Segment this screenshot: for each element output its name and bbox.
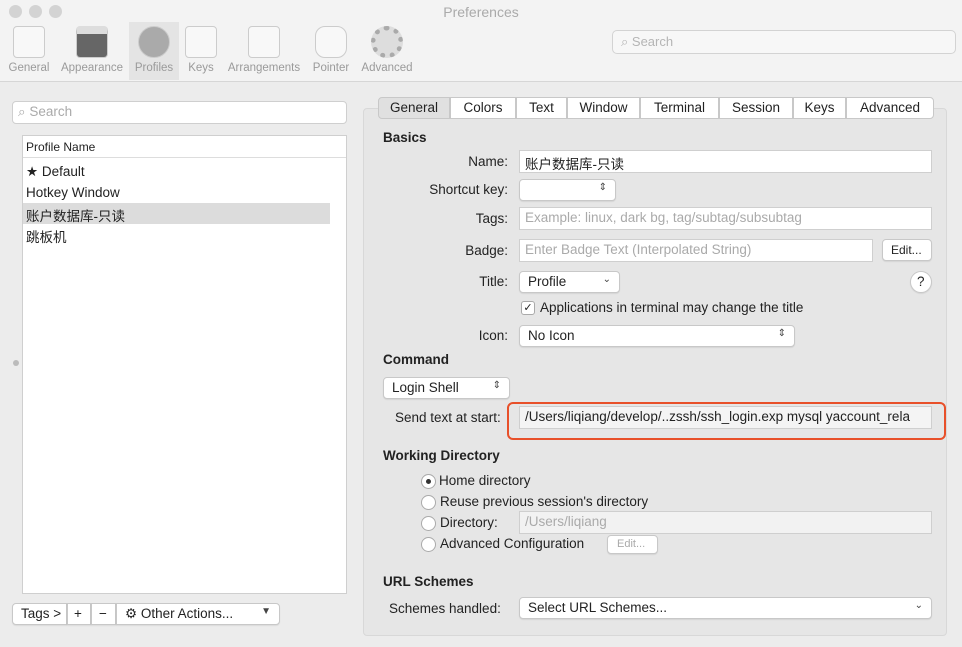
url-schemes-value: Select URL Schemes... xyxy=(528,600,667,615)
icon-value: No Icon xyxy=(528,328,575,343)
title-value: Profile xyxy=(528,274,566,289)
reuse-directory-radio[interactable]: Reuse previous session's directory xyxy=(421,494,648,510)
chevron-down-icon: ⌄ xyxy=(915,600,923,611)
keys-icon xyxy=(185,26,217,58)
url-schemes-select[interactable]: Select URL Schemes... ⌄ xyxy=(519,597,932,619)
tags-input[interactable]: Example: linux, dark bg, tag/subtag/subs… xyxy=(519,207,932,230)
badge-label: Badge: xyxy=(368,243,508,258)
command-heading: Command xyxy=(383,352,449,367)
profile-row[interactable]: ★ Default xyxy=(23,162,330,183)
apps-change-title-label: Applications in terminal may change the … xyxy=(540,300,803,315)
toolbar-advanced[interactable]: Advanced xyxy=(358,22,416,80)
tab-session[interactable]: Session xyxy=(719,97,793,119)
other-actions-label: Other Actions... xyxy=(141,606,233,621)
toolbar-appearance[interactable]: Appearance xyxy=(57,22,127,80)
profile-row[interactable]: Hotkey Window xyxy=(23,183,330,204)
directory-radio[interactable]: Directory: xyxy=(421,515,498,531)
radio-label: Reuse previous session's directory xyxy=(440,494,648,509)
directory-input[interactable]: /Users/liqiang xyxy=(519,511,932,534)
profile-row[interactable]: 跳板机 xyxy=(23,224,330,245)
radio-label: Advanced Configuration xyxy=(440,536,584,551)
radio xyxy=(421,516,436,531)
other-actions-button[interactable]: ⚙ Other Actions... ▼ xyxy=(116,603,280,625)
arrangements-icon xyxy=(248,26,280,58)
title-label: Title: xyxy=(368,274,508,289)
title-select[interactable]: Profile ⌄ xyxy=(519,271,620,293)
profile-search-input[interactable]: ⌕ Search xyxy=(12,101,347,124)
chevron-down-icon: ⌄ xyxy=(603,274,611,285)
profile-search-placeholder: Search xyxy=(29,104,72,119)
tab-general[interactable]: General xyxy=(378,97,450,119)
url-schemes-heading: URL Schemes xyxy=(383,574,474,589)
profile-icon xyxy=(138,26,170,58)
profile-row-selected[interactable]: 账户数据库-只读 xyxy=(23,203,330,224)
tab-window[interactable]: Window xyxy=(567,97,640,119)
send-text-input[interactable]: /Users/liqiang/develop/..zssh/ssh_login.… xyxy=(519,406,932,429)
appearance-icon xyxy=(76,26,108,58)
command-mode-select[interactable]: Login Shell ⇕ xyxy=(383,377,510,399)
tab-terminal[interactable]: Terminal xyxy=(640,97,719,119)
pointer-icon xyxy=(315,26,347,58)
toolbar-general[interactable]: General xyxy=(5,22,53,80)
home-directory-radio[interactable]: Home directory xyxy=(421,473,531,488)
gear-icon xyxy=(371,26,403,58)
updown-icon: ⇕ xyxy=(493,380,501,391)
working-directory-heading: Working Directory xyxy=(383,448,500,463)
command-mode-value: Login Shell xyxy=(392,380,459,395)
search-input[interactable]: ⌕ Search xyxy=(612,30,956,54)
advanced-config-radio[interactable]: Advanced Configuration xyxy=(421,536,584,552)
advanced-config-edit-button[interactable]: Edit... xyxy=(607,535,658,554)
profile-name-header[interactable]: Profile Name xyxy=(23,136,346,158)
tab-colors[interactable]: Colors xyxy=(450,97,516,119)
updown-icon: ⇕ xyxy=(599,182,607,193)
basics-heading: Basics xyxy=(383,130,427,145)
toolbar-keys[interactable]: Keys xyxy=(183,22,219,80)
radio xyxy=(421,537,436,552)
general-icon xyxy=(13,26,45,58)
badge-input[interactable]: Enter Badge Text (Interpolated String) xyxy=(519,239,873,262)
tab-advanced[interactable]: Advanced xyxy=(846,97,934,119)
tab-keys[interactable]: Keys xyxy=(793,97,846,119)
icon-label: Icon: xyxy=(368,328,508,343)
schemes-handled-label: Schemes handled: xyxy=(389,601,501,616)
remove-profile-button[interactable]: − xyxy=(91,603,116,625)
icon-select[interactable]: No Icon ⇕ xyxy=(519,325,795,347)
badge-edit-button[interactable]: Edit... xyxy=(882,239,932,261)
name-input[interactable]: 账户数据库-只读 xyxy=(519,150,932,173)
tags-label: Tags: xyxy=(368,211,508,226)
apps-change-title-checkbox[interactable]: ✓ xyxy=(521,301,535,315)
gear-icon: ⚙ xyxy=(125,606,137,621)
shortcut-label: Shortcut key: xyxy=(368,182,508,197)
tags-button[interactable]: Tags > xyxy=(12,603,67,625)
window-title: Preferences xyxy=(0,4,962,20)
toolbar-pointer[interactable]: Pointer xyxy=(309,22,353,80)
radio xyxy=(421,495,436,510)
help-button[interactable]: ? xyxy=(910,271,932,293)
send-text-label: Send text at start: xyxy=(395,410,501,425)
tab-text[interactable]: Text xyxy=(516,97,567,119)
add-profile-button[interactable]: + xyxy=(67,603,91,625)
toolbar-profiles[interactable]: Profiles xyxy=(129,22,179,80)
chevron-down-icon: ▼ xyxy=(261,606,271,617)
radio-label: Directory: xyxy=(440,515,498,530)
shortcut-key-select[interactable]: ⇕ xyxy=(519,179,616,201)
radio-label: Home directory xyxy=(439,473,531,488)
split-handle[interactable] xyxy=(13,360,19,366)
radio-selected xyxy=(422,475,435,488)
toolbar-arrangements[interactable]: Arrangements xyxy=(224,22,304,80)
name-label: Name: xyxy=(368,154,508,169)
updown-icon: ⇕ xyxy=(778,328,786,339)
search-placeholder: Search xyxy=(632,34,673,49)
